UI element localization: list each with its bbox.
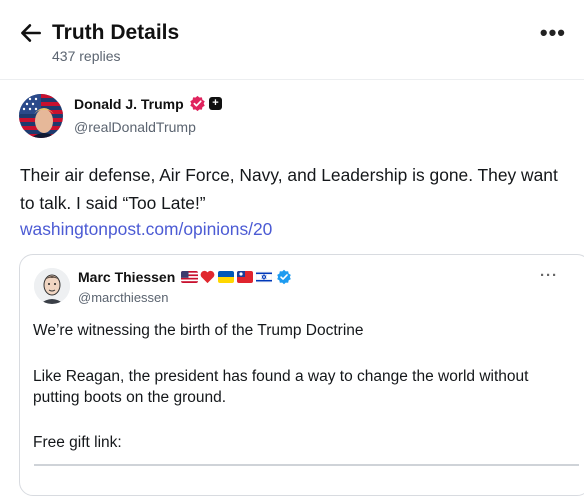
quoted-text-line: We’re witnessing the birth of the Trump … (33, 322, 364, 339)
more-options-icon[interactable]: ••• (540, 20, 566, 46)
link-preview-edge (34, 464, 579, 466)
page-title: Truth Details (52, 21, 180, 44)
quoted-author-avatar[interactable] (34, 268, 70, 304)
post-text: Their air defense, Air Force, Navy, and … (20, 165, 558, 213)
author-name[interactable]: Donald J. Trump (74, 96, 184, 112)
ukraine-flag-icon (218, 271, 234, 283)
truth-plus-badge: + (209, 97, 222, 110)
back-arrow-icon[interactable] (18, 20, 44, 46)
red-heart-icon (200, 270, 215, 284)
header-divider (0, 79, 584, 80)
us-flag-icon (181, 271, 198, 283)
verified-blue-badge-icon (277, 269, 291, 285)
quoted-text-line: putting boots on the ground. (33, 389, 227, 406)
reply-count: 437 replies (52, 48, 121, 64)
quoted-author-name[interactable]: Marc Thiessen (78, 269, 175, 285)
avatar[interactable] (19, 94, 63, 138)
taiwan-flag-icon (237, 271, 253, 283)
post-link[interactable]: washingtonpost.com/opinions/20 (20, 219, 272, 240)
verified-badge-icon (190, 95, 205, 112)
author-handle[interactable]: @realDonaldTrump (74, 119, 196, 135)
quoted-text-line: Free gift link: (33, 434, 122, 451)
israel-flag-icon (256, 271, 272, 283)
quoted-text-line: Like Reagan, the president has found a w… (33, 368, 529, 385)
quoted-more-options-icon[interactable]: ··· (540, 267, 558, 284)
quoted-author-handle[interactable]: @marcthiessen (78, 290, 169, 305)
